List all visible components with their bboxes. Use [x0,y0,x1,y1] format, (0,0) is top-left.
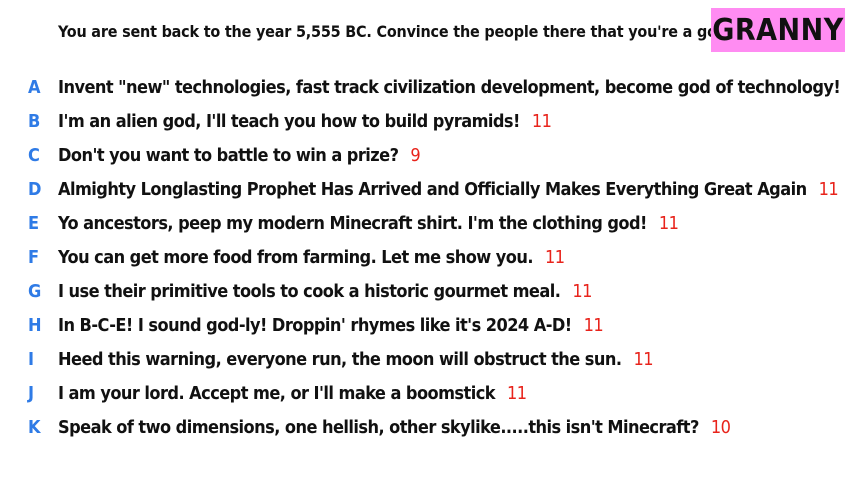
answer-row-g: G I use their primitive tools to cook a … [0,275,853,309]
answer-letter: J [28,383,35,404]
answer-text-content: In B-C-E! I sound god-ly! Droppin' rhyme… [58,315,572,336]
answer-letter: D [28,179,42,200]
answer-score: 11 [506,383,527,404]
answer-row-b: B I'm an alien god, I'll teach you how t… [0,105,853,139]
answer-row-c: C Don't you want to battle to win a priz… [0,139,853,173]
answer-row-i: I Heed this warning, everyone run, the m… [0,343,853,377]
answer-letter: A [28,77,41,98]
answer-text-content: Almighty Longlasting Prophet Has Arrived… [58,179,807,200]
answer-score: 11 [544,247,565,268]
answer-text-content: Don't you want to battle to win a prize? [58,145,399,166]
answer-text: Heed this warning, everyone run, the moo… [58,343,654,377]
answer-letter: K [28,417,41,438]
answer-score: 11 [818,179,839,200]
answer-letter: E [28,213,40,234]
answer-text-content: Yo ancestors, peep my modern Minecraft s… [58,213,647,234]
answer-row-a: A Invent "new" technologies, fast track … [0,71,853,105]
answer-text-content: Invent "new" technologies, fast track ci… [58,77,841,98]
answer-letter: I [28,349,35,370]
answer-text-content: I am your lord. Accept me, or I'll make … [58,383,496,404]
answer-row-e: E Yo ancestors, peep my modern Minecraft… [0,207,853,241]
answer-text: I use their primitive tools to cook a hi… [58,275,592,309]
answer-row-j: J I am your lord. Accept me, or I'll mak… [0,377,853,411]
answer-list: A Invent "new" technologies, fast track … [0,71,853,445]
answer-score: 11 [572,281,592,302]
answer-text: I am your lord. Accept me, or I'll make … [58,377,527,411]
answer-letter: C [28,145,40,166]
answer-text: In B-C-E! I sound god-ly! Droppin' rhyme… [58,309,604,343]
answer-text-content: I'm an alien god, I'll teach you how to … [58,111,520,132]
answer-text: Speak of two dimensions, one hellish, ot… [58,411,731,445]
answer-score: 11 [658,213,679,234]
answer-text: I'm an alien god, I'll teach you how to … [58,105,552,139]
answer-score: 11 [583,315,604,336]
answer-score: 9 [410,145,421,166]
answer-letter: B [28,111,41,132]
answer-text-content: I use their primitive tools to cook a hi… [58,281,561,302]
answer-text: Yo ancestors, peep my modern Minecraft s… [58,207,679,241]
answer-letter: G [28,281,42,302]
answer-text: Invent "new" technologies, fast track ci… [58,71,853,105]
answer-text: Almighty Longlasting Prophet Has Arrived… [58,173,839,207]
answer-score: 11 [531,111,552,132]
answer-row-d: D Almighty Longlasting Prophet Has Arriv… [0,173,853,207]
granny-badge: GRANNY [711,8,845,52]
answer-text-content: Speak of two dimensions, one hellish, ot… [58,417,699,438]
prompt-text: You are sent back to the year 5,555 BC. … [58,22,733,41]
answer-row-k: K Speak of two dimensions, one hellish, … [0,411,853,445]
answer-text: You can get more food from farming. Let … [58,241,565,275]
answer-text-content: Heed this warning, everyone run, the moo… [58,349,622,370]
answer-letter: H [28,315,42,336]
answer-score: 11 [633,349,653,370]
answer-text: Don't you want to battle to win a prize?… [58,139,421,173]
answer-row-f: F You can get more food from farming. Le… [0,241,853,275]
answer-score: 10 [710,417,731,438]
answer-letter: F [28,247,40,268]
answer-text-content: You can get more food from farming. Let … [58,247,533,268]
answer-row-h: H In B-C-E! I sound god-ly! Droppin' rhy… [0,309,853,343]
